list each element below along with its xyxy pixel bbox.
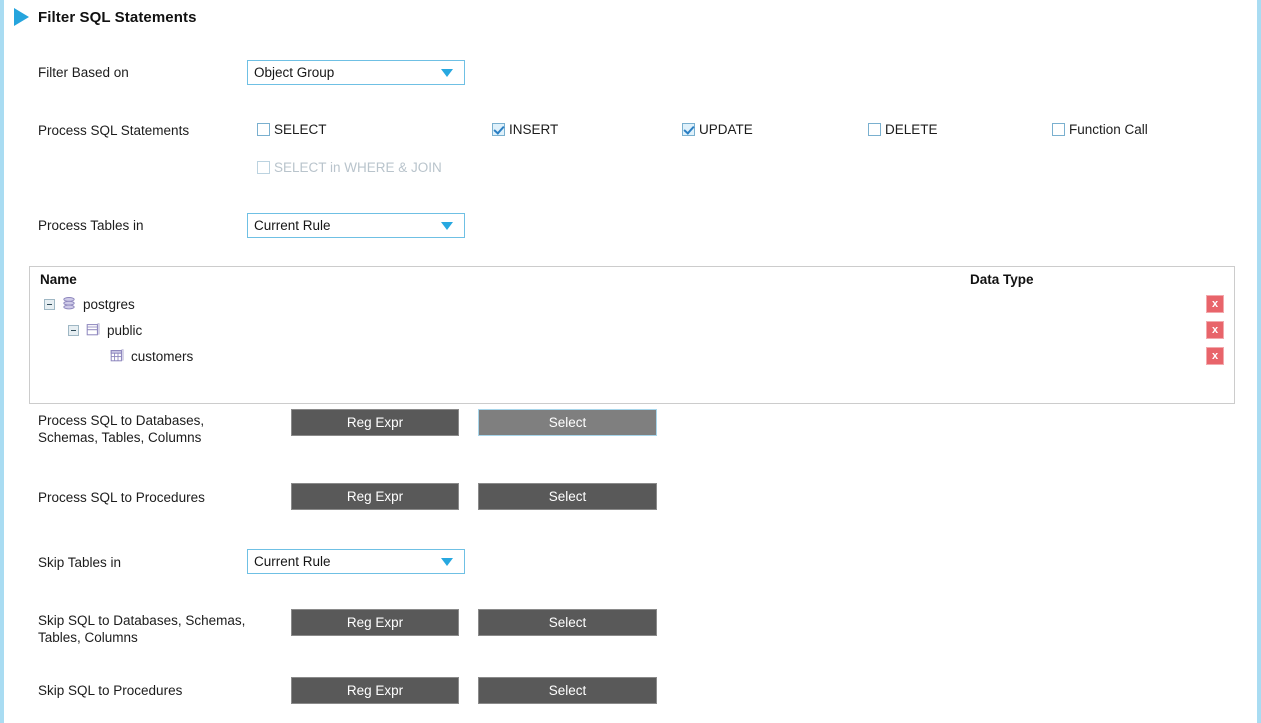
filter-based-on-value: Object Group	[254, 65, 335, 80]
triangle-right-icon[interactable]	[14, 8, 29, 26]
checkbox-box-select-in-where-join	[257, 161, 270, 174]
process-tables-in-value: Current Rule	[254, 218, 331, 233]
chevron-down-icon	[441, 221, 453, 230]
chevron-down-icon	[441, 68, 453, 77]
skip-sql-objects-select-button[interactable]: Select	[478, 609, 657, 636]
checkbox-label-insert: INSERT	[509, 122, 559, 137]
checkbox-insert[interactable]: INSERT	[492, 122, 558, 137]
checkbox-update[interactable]: UPDATE	[682, 122, 753, 137]
checkbox-label-select: SELECT	[274, 122, 327, 137]
object-tree-header: Name Data Type	[30, 267, 1234, 291]
database-icon	[61, 296, 77, 312]
checkbox-function-call[interactable]: Function Call	[1052, 122, 1148, 137]
skip-tables-in-label: Skip Tables in	[38, 555, 122, 570]
tree-node-label: postgres	[83, 296, 135, 312]
chevron-down-icon	[441, 557, 453, 566]
process-sql-procedures-label: Process SQL to Procedures	[38, 490, 205, 505]
skip-sql-procedures-reg-expr-button[interactable]: Reg Expr	[291, 677, 459, 704]
process-tables-in-dropdown[interactable]: Current Rule	[247, 213, 465, 238]
tree-node-label: public	[107, 322, 143, 338]
schema-icon	[85, 322, 101, 338]
checkbox-box-insert	[492, 123, 505, 136]
skip-tables-in-value: Current Rule	[254, 554, 331, 569]
filter-based-on-label: Filter Based on	[38, 65, 129, 80]
checkbox-select[interactable]: SELECT	[257, 122, 327, 137]
checkbox-box-update	[682, 123, 695, 136]
filter-sql-statements-panel: Filter SQL Statements Filter Based on Ob…	[0, 0, 1261, 723]
table-row[interactable]: postgres x	[30, 291, 1234, 317]
skip-sql-procedures-select-button[interactable]: Select	[478, 677, 657, 704]
section-header: Filter SQL Statements	[14, 8, 197, 26]
checkbox-delete[interactable]: DELETE	[868, 122, 938, 137]
tree-node-label: customers	[131, 348, 194, 364]
column-header-name: Name	[40, 272, 77, 287]
checkbox-box-function-call	[1052, 123, 1065, 136]
skip-sql-procedures-label: Skip SQL to Procedures	[38, 683, 183, 698]
checkbox-label-delete: DELETE	[885, 122, 938, 137]
table-row[interactable]: customers x	[30, 343, 1234, 369]
collapse-icon[interactable]	[44, 298, 55, 310]
process-sql-objects-label: Process SQL to Databases, Schemas, Table…	[38, 413, 205, 445]
delete-row-button[interactable]: x	[1206, 347, 1224, 365]
process-sql-statements-label: Process SQL Statements	[38, 123, 190, 138]
object-tree-panel: Name Data Type postgres x public x custo…	[29, 266, 1235, 404]
skip-sql-objects-reg-expr-button[interactable]: Reg Expr	[291, 609, 459, 636]
table-icon	[109, 348, 125, 364]
checkbox-select-in-where-join: SELECT in WHERE & JOIN	[257, 160, 442, 175]
page-title: Filter SQL Statements	[38, 8, 197, 26]
checkbox-box-delete	[868, 123, 881, 136]
skip-tables-in-dropdown[interactable]: Current Rule	[247, 549, 465, 574]
process-sql-objects-reg-expr-button[interactable]: Reg Expr	[291, 409, 459, 436]
checkbox-label-function-call: Function Call	[1069, 122, 1148, 137]
delete-row-button[interactable]: x	[1206, 321, 1224, 339]
process-sql-procedures-select-button[interactable]: Select	[478, 483, 657, 510]
column-header-data-type: Data Type	[970, 272, 1034, 287]
process-sql-objects-select-button[interactable]: Select	[478, 409, 657, 436]
table-row[interactable]: public x	[30, 317, 1234, 343]
process-sql-procedures-reg-expr-button[interactable]: Reg Expr	[291, 483, 459, 510]
checkbox-box-select	[257, 123, 270, 136]
filter-based-on-dropdown[interactable]: Object Group	[247, 60, 465, 85]
checkbox-label-select-in-where-join: SELECT in WHERE & JOIN	[274, 160, 442, 175]
checkbox-label-update: UPDATE	[699, 122, 753, 137]
process-tables-in-label: Process Tables in	[38, 218, 144, 233]
delete-row-button[interactable]: x	[1206, 295, 1224, 313]
skip-sql-objects-label: Skip SQL to Databases, Schemas, Tables, …	[38, 613, 246, 645]
collapse-icon[interactable]	[68, 324, 79, 336]
